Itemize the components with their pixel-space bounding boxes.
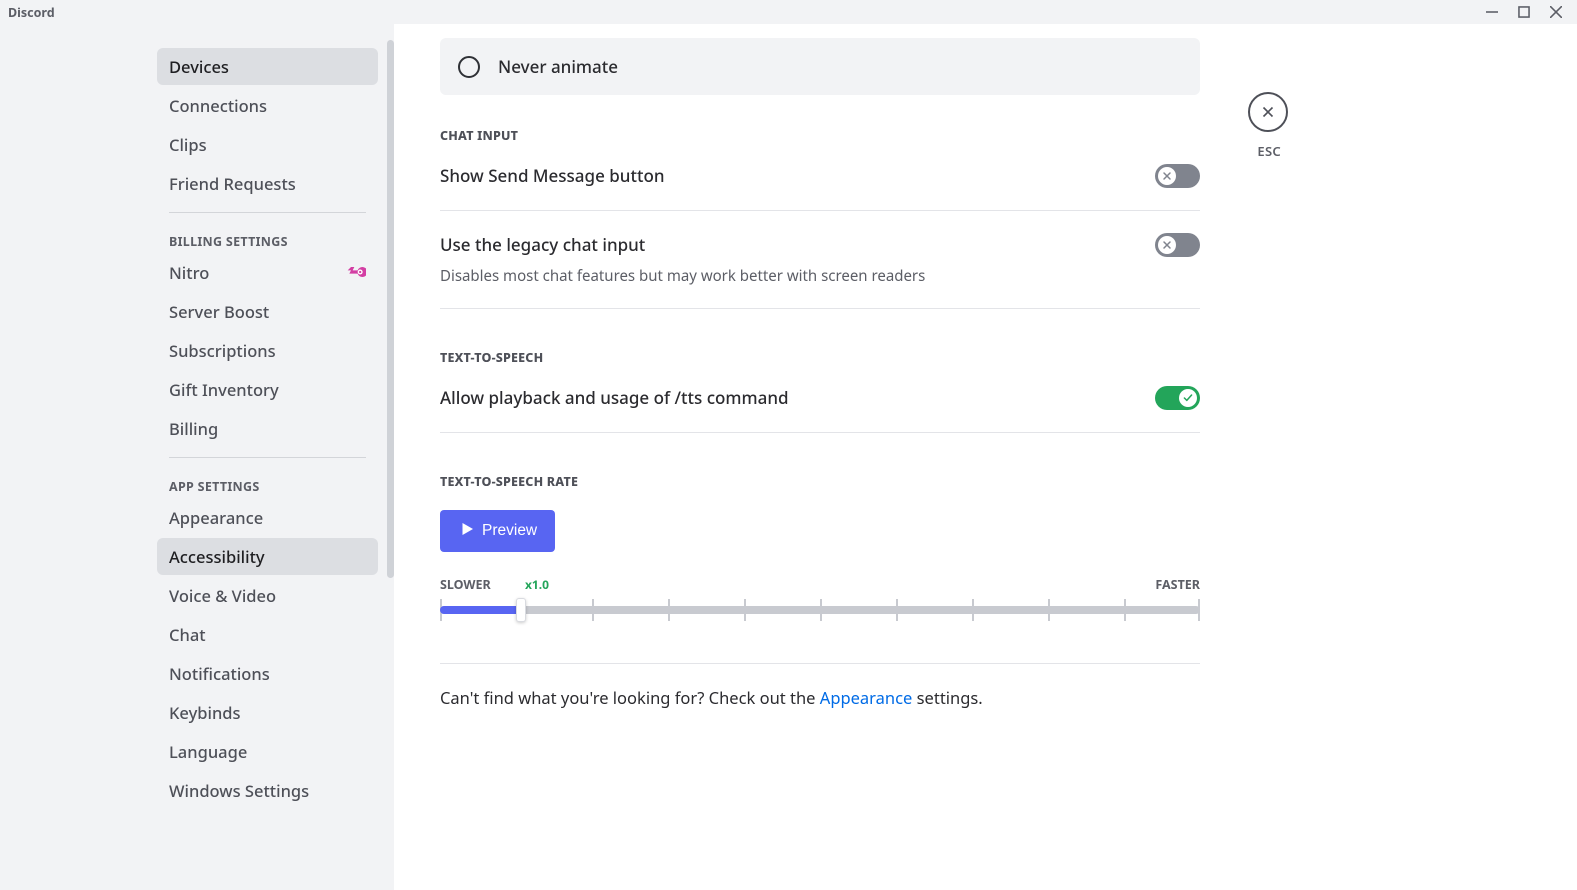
sidebar-item-devices[interactable]: Devices (157, 48, 378, 85)
window-close-button[interactable] (1549, 5, 1563, 19)
footer-text: Can't find what you're looking for? Chec… (440, 686, 1200, 709)
sidebar-header-app: APP SETTINGS (157, 468, 378, 499)
minimize-button[interactable] (1485, 5, 1499, 19)
toggle-legacy-chat-input[interactable] (1155, 233, 1200, 257)
section-header-chat-input: CHAT INPUT (440, 127, 1200, 144)
slider-tick (668, 599, 670, 621)
sidebar-item-label: Subscriptions (169, 339, 276, 362)
sidebar-item-gift-inventory[interactable]: Gift Inventory (157, 371, 378, 408)
sidebar-item-label: Billing (169, 417, 218, 440)
slider-faster-label: FASTER (1155, 576, 1200, 593)
footer-post: settings. (912, 686, 982, 709)
sidebar-item-label: Keybinds (169, 701, 241, 724)
divider (440, 663, 1200, 664)
slider-fill (440, 606, 520, 614)
sidebar-item-clips[interactable]: Clips (157, 126, 378, 163)
sidebar-item-label: Accessibility (169, 545, 265, 568)
radio-icon (458, 56, 480, 78)
sidebar-item-label: Clips (169, 133, 207, 156)
setting-title: Show Send Message button (440, 164, 665, 187)
sidebar-header-billing: BILLING SETTINGS (157, 223, 378, 254)
section-header-tts: TEXT-TO-SPEECH (440, 349, 1200, 366)
nitro-badge-icon (346, 261, 366, 284)
preview-button[interactable]: Preview (440, 510, 555, 552)
sidebar-item-keybinds[interactable]: Keybinds (157, 694, 378, 731)
slider-tick (972, 599, 974, 621)
sidebar-item-language[interactable]: Language (157, 733, 378, 770)
divider (169, 457, 366, 458)
sidebar-item-subscriptions[interactable]: Subscriptions (157, 332, 378, 369)
sidebar-item-label: Notifications (169, 662, 270, 685)
slider-tick (820, 599, 822, 621)
sidebar-item-label: Chat (169, 623, 206, 646)
slider-tick (896, 599, 898, 621)
setting-allow-tts: Allow playback and usage of /tts command (440, 386, 1200, 432)
window-controls (1485, 5, 1569, 19)
radio-label: Never animate (498, 55, 618, 78)
esc-label: ESC (1257, 142, 1281, 160)
slider-tick (1124, 599, 1126, 621)
slider-slower-label: SLOWER (440, 576, 491, 593)
app-name: Discord (8, 4, 55, 21)
sidebar-item-label: Voice & Video (169, 584, 276, 607)
setting-title: Use the legacy chat input (440, 233, 925, 256)
sidebar-item-connections[interactable]: Connections (157, 87, 378, 124)
slider-tick (1048, 599, 1050, 621)
setting-show-send-button: Show Send Message button (440, 164, 1200, 210)
setting-description: Disables most chat features but may work… (440, 266, 925, 286)
sidebar-item-label: Server Boost (169, 300, 269, 323)
toggle-allow-tts[interactable] (1155, 386, 1200, 410)
sidebar-item-windows-settings[interactable]: Windows Settings (157, 772, 378, 809)
footer-pre: Can't find what you're looking for? Chec… (440, 686, 820, 709)
slider-tick (1198, 599, 1200, 621)
sidebar-item-label: Windows Settings (169, 779, 309, 802)
settings-content: Never animate CHAT INPUT Show Send Messa… (394, 24, 1577, 890)
settings-sidebar: Devices Connections Clips Friend Request… (0, 24, 394, 890)
sidebar-item-appearance[interactable]: Appearance (157, 499, 378, 536)
slider-tick (592, 599, 594, 621)
sidebar-item-accessibility[interactable]: Accessibility (157, 538, 378, 575)
setting-title: Allow playback and usage of /tts command (440, 386, 789, 409)
preview-label: Preview (482, 522, 537, 540)
slider-labels: SLOWER x1.0 FASTER (440, 576, 1200, 593)
slider-tick (744, 599, 746, 621)
sidebar-item-chat[interactable]: Chat (157, 616, 378, 653)
sidebar-item-label: Gift Inventory (169, 378, 279, 401)
maximize-button[interactable] (1517, 5, 1531, 19)
slider-thumb[interactable] (516, 598, 526, 622)
radio-never-animate[interactable]: Never animate (440, 38, 1200, 95)
divider (440, 432, 1200, 433)
sidebar-item-label: Friend Requests (169, 172, 296, 195)
toggle-show-send-button[interactable] (1155, 164, 1200, 188)
sidebar-item-label: Language (169, 740, 247, 763)
sidebar-item-server-boost[interactable]: Server Boost (157, 293, 378, 330)
sidebar-item-label: Connections (169, 94, 267, 117)
divider (440, 308, 1200, 309)
sidebar-scrollbar[interactable] (387, 40, 394, 578)
setting-legacy-chat-input: Use the legacy chat input Disables most … (440, 233, 1200, 308)
sidebar-item-notifications[interactable]: Notifications (157, 655, 378, 692)
sidebar-item-label: Appearance (169, 506, 263, 529)
divider (440, 210, 1200, 211)
tts-rate-slider[interactable] (440, 595, 1200, 623)
sidebar-item-nitro[interactable]: Nitro (157, 254, 378, 291)
appearance-link[interactable]: Appearance (820, 686, 913, 709)
sidebar-item-billing[interactable]: Billing (157, 410, 378, 447)
divider (169, 212, 366, 213)
close-settings-button[interactable] (1248, 92, 1288, 132)
sidebar-item-label: Nitro (169, 261, 209, 284)
titlebar: Discord (0, 0, 1577, 24)
section-header-tts-rate: TEXT-TO-SPEECH RATE (440, 473, 1200, 490)
sidebar-item-label: Devices (169, 55, 229, 78)
sidebar-item-voice-video[interactable]: Voice & Video (157, 577, 378, 614)
slider-mark-label: x1.0 (525, 576, 549, 593)
play-icon (458, 520, 476, 543)
sidebar-item-friend-requests[interactable]: Friend Requests (157, 165, 378, 202)
